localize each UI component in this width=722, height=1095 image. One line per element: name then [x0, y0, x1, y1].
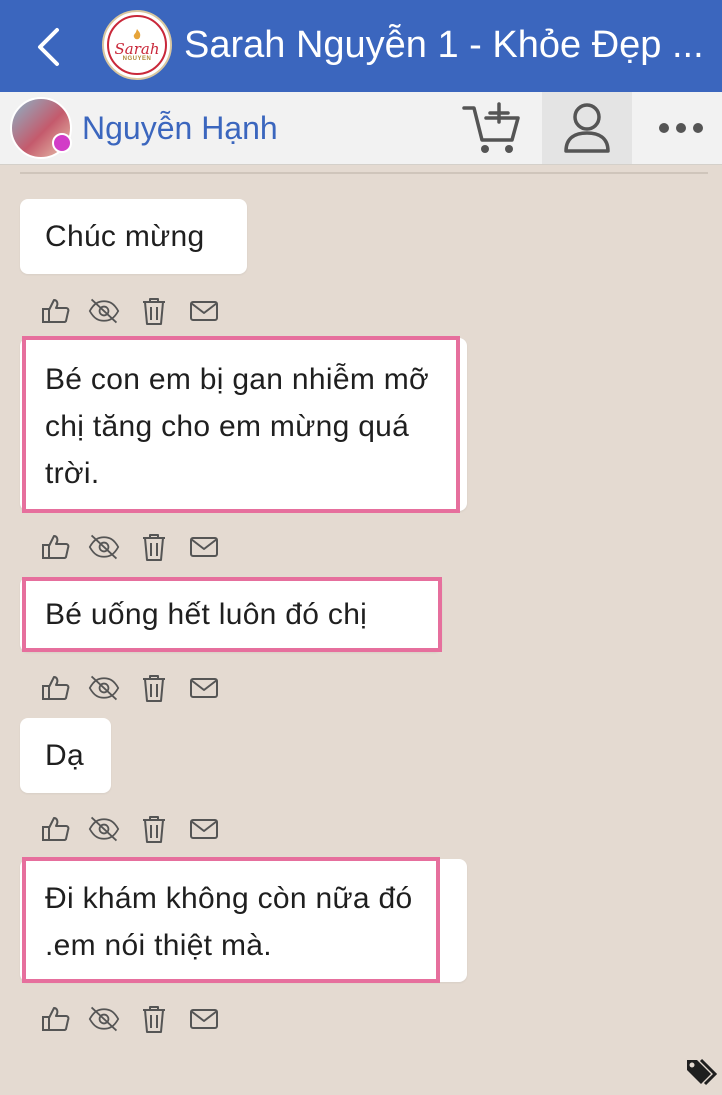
mail-icon [190, 819, 218, 839]
message-text: Đi khám không còn nữa đó .em nói thiệt m… [45, 882, 413, 962]
message-text: Bé con em bị gan nhiễm mỡ chị tăng cho e… [45, 363, 430, 490]
delete-button[interactable] [138, 295, 170, 327]
person-icon [564, 103, 610, 153]
more-dots-icon [659, 123, 703, 133]
logo-emblem: Sarah NGUYEN [107, 15, 167, 75]
eye-off-icon [88, 675, 120, 701]
like-button[interactable] [40, 672, 72, 704]
message-bubble[interactable]: Đi khám không còn nữa đó .em nói thiệt m… [20, 859, 467, 982]
page-title[interactable]: Sarah Nguyễn 1 - Khỏe Đẹp ... [184, 22, 714, 68]
contact-bar: Nguyễn Hạnh [0, 92, 722, 165]
delete-button[interactable] [138, 531, 170, 563]
reply-mail-button[interactable] [188, 672, 220, 704]
message-bubble[interactable]: Bé con em bị gan nhiễm mỡ chị tăng cho e… [20, 338, 467, 511]
delete-button[interactable] [138, 813, 170, 845]
profile-button[interactable] [542, 92, 632, 164]
hide-button[interactable] [88, 1003, 120, 1035]
mail-icon [190, 301, 218, 321]
message-bubble[interactable]: Chúc mừng [20, 199, 247, 274]
like-button[interactable] [40, 1003, 72, 1035]
delete-button[interactable] [138, 672, 170, 704]
page-logo[interactable]: Sarah NGUYEN [102, 10, 172, 80]
hide-button[interactable] [88, 295, 120, 327]
top-bar: Sarah NGUYEN Sarah Nguyễn 1 - Khỏe Đẹp .… [0, 0, 722, 92]
trash-icon [143, 534, 165, 561]
logo-word: Sarah [114, 40, 160, 58]
message-bubble[interactable]: Bé uống hết luôn đó chị [20, 577, 442, 652]
reply-mail-button[interactable] [188, 531, 220, 563]
mail-icon [190, 537, 218, 557]
hide-button[interactable] [88, 813, 120, 845]
eye-off-icon [88, 298, 120, 324]
thumbs-up-icon [42, 817, 70, 841]
message-text: Dạ [45, 739, 84, 772]
reply-mail-button[interactable] [188, 295, 220, 327]
hide-button[interactable] [88, 531, 120, 563]
message-text: Bé uống hết luôn đó chị [45, 598, 368, 631]
like-button[interactable] [40, 531, 72, 563]
message-bubble[interactable]: Dạ [20, 718, 111, 793]
thumbs-up-icon [42, 1007, 70, 1031]
trash-icon [143, 298, 165, 325]
eye-off-icon [88, 816, 120, 842]
delete-button[interactable] [138, 1003, 170, 1035]
eye-off-icon [88, 1006, 120, 1032]
more-button[interactable] [640, 92, 722, 164]
trash-icon [143, 816, 165, 843]
mail-icon [190, 678, 218, 698]
back-button[interactable] [28, 22, 68, 72]
messenger-badge-icon [52, 133, 72, 153]
message-text: Chúc mừng [45, 220, 205, 253]
reply-mail-button[interactable] [188, 1003, 220, 1035]
thumbs-up-icon [42, 299, 70, 323]
hide-button[interactable] [88, 672, 120, 704]
divider [20, 172, 708, 174]
like-button[interactable] [40, 295, 72, 327]
reply-mail-button[interactable] [188, 813, 220, 845]
tags-icon[interactable] [683, 1054, 719, 1090]
eye-off-icon [88, 534, 120, 560]
chevron-left-icon [38, 28, 59, 66]
mail-icon [190, 1009, 218, 1029]
trash-icon [143, 675, 165, 702]
logo-sub: NGUYEN [122, 56, 152, 62]
contact-name[interactable]: Nguyễn Hạnh [82, 108, 278, 148]
cart-plus-icon [462, 102, 520, 153]
trash-icon [143, 1006, 165, 1033]
add-to-cart-button[interactable] [450, 92, 534, 164]
like-button[interactable] [40, 813, 72, 845]
thumbs-up-icon [42, 676, 70, 700]
thumbs-up-icon [42, 535, 70, 559]
